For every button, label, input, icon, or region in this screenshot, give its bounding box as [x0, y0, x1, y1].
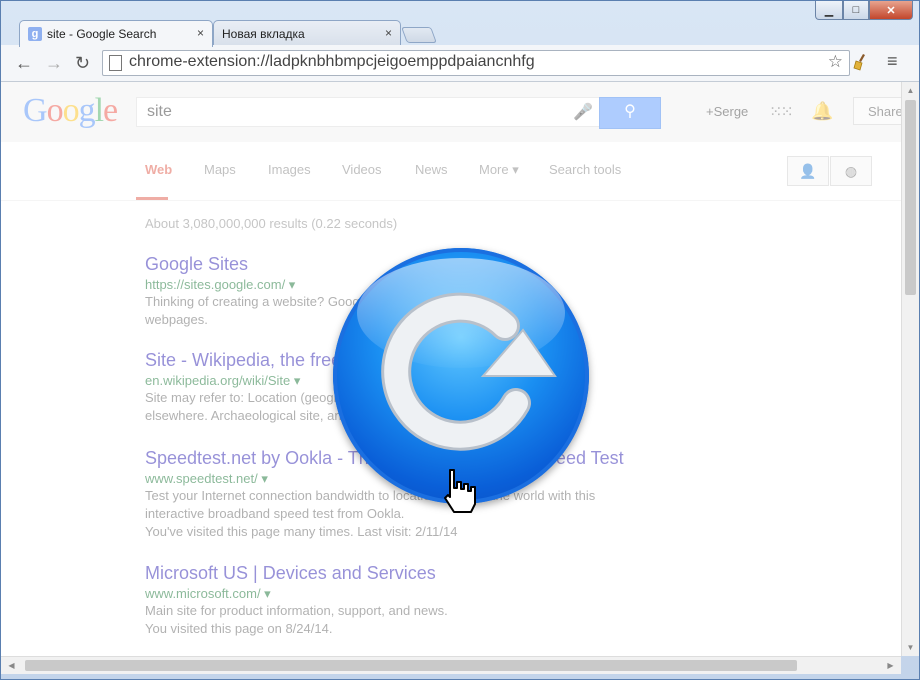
user-profile-link[interactable]: +Serge: [706, 104, 748, 119]
tab-maps[interactable]: Maps: [204, 162, 236, 177]
global-results-toggle[interactable]: ◍: [830, 156, 872, 186]
tab-web[interactable]: Web: [145, 162, 172, 177]
globe-icon: ◍: [844, 163, 858, 179]
horizontal-scroll-thumb[interactable]: [25, 660, 797, 671]
scroll-right-arrow-icon[interactable]: ▶: [882, 657, 899, 674]
tab-new-tab[interactable]: Новая вкладка ×: [213, 20, 401, 47]
google-favicon-icon: g: [28, 27, 42, 41]
tab-more[interactable]: More ▾: [479, 162, 519, 178]
vertical-scroll-thumb[interactable]: [905, 100, 916, 295]
tab-images[interactable]: Images: [268, 162, 311, 177]
tab-label: site - Google Search: [47, 27, 157, 41]
page-icon: [109, 55, 122, 71]
share-button[interactable]: Share: [853, 97, 901, 125]
logo-letter: l: [94, 92, 105, 129]
result-snippet-line: interactive broadband speed test from Oo…: [145, 506, 405, 521]
apps-grid-icon[interactable]: ⁙⁙: [769, 102, 794, 122]
close-window-button[interactable]: ✕: [869, 1, 913, 20]
result-title-link[interactable]: Microsoft US | Devices and Services: [145, 563, 665, 584]
tab-close-icon[interactable]: ×: [385, 26, 392, 40]
bookmark-star-icon[interactable]: ☆: [828, 52, 843, 72]
search-button[interactable]: ⚲: [599, 97, 661, 129]
result-snippet-line: Main site for product information, suppo…: [145, 603, 448, 618]
microphone-icon[interactable]: 🎤: [573, 102, 593, 122]
search-input[interactable]: site 🎤: [136, 97, 600, 127]
browser-toolbar: ← → ↻ chrome-extension://ladpknbhbmpcjei…: [1, 45, 919, 82]
hand-pointer-icon: [444, 469, 476, 513]
logo-letter: o: [62, 92, 80, 129]
scroll-left-arrow-icon[interactable]: ◀: [3, 657, 20, 674]
logo-letter: G: [23, 92, 48, 129]
tab-videos[interactable]: Videos: [342, 162, 382, 177]
broom-icon[interactable]: [853, 53, 869, 76]
search-tabs-bar: Web Maps Images Videos News More ▾ Searc…: [1, 142, 901, 201]
reload-icon[interactable]: [333, 248, 589, 504]
notifications-bell-icon[interactable]: 🔔: [811, 101, 833, 122]
new-tab-button[interactable]: [401, 27, 437, 43]
maximize-button[interactable]: □: [843, 1, 869, 20]
person-icon: 👤: [799, 163, 817, 179]
search-tools-button[interactable]: Search tools: [549, 162, 621, 177]
logo-letter: g: [78, 92, 96, 129]
logo-letter: e: [103, 92, 118, 129]
address-url[interactable]: chrome-extension://ladpknbhbmpcjeigoempp…: [129, 53, 535, 71]
result-visited-note: You've visited this page many times. Las…: [145, 524, 458, 539]
logo-letter: o: [46, 92, 64, 129]
search-icon: ⚲: [624, 103, 636, 120]
tab-site-google-search[interactable]: g site - Google Search ×: [19, 20, 213, 47]
forward-icon[interactable]: →: [45, 53, 63, 74]
reload-arrow-icon: [381, 292, 557, 451]
tab-strip: g site - Google Search × Новая вкладка ×…: [1, 1, 919, 47]
personal-results-toggle[interactable]: 👤: [787, 156, 829, 186]
minimize-button[interactable]: ▁: [815, 1, 843, 20]
result-visited-note: You visited this page on 8/24/14.: [145, 621, 333, 636]
search-query: site: [147, 103, 172, 120]
tab-close-icon[interactable]: ×: [197, 26, 204, 40]
window-controls: ▁ □ ✕: [815, 1, 913, 21]
scroll-up-arrow-icon[interactable]: ▲: [902, 82, 919, 99]
search-result: Microsoft US | Devices and Services www.…: [145, 563, 665, 638]
address-bar[interactable]: chrome-extension://ladpknbhbmpcjeigoempp…: [102, 50, 850, 76]
tab-news[interactable]: News: [415, 162, 448, 177]
vertical-scrollbar[interactable]: ▲ ▼: [901, 82, 919, 656]
results-stats: About 3,080,000,000 results (0.22 second…: [145, 216, 398, 231]
reload-button-icon[interactable]: ↻: [75, 53, 90, 74]
google-header: Google site 🎤 ⚲ +Serge ⁙⁙ 🔔 Share: [1, 82, 901, 142]
google-logo[interactable]: Google: [23, 92, 118, 130]
active-tab-indicator: [136, 197, 168, 200]
result-url[interactable]: www.microsoft.com/ ▾: [145, 586, 665, 602]
horizontal-scrollbar[interactable]: ◀ ▶: [1, 656, 901, 674]
back-icon[interactable]: ←: [15, 53, 33, 74]
tab-label: Новая вкладка: [222, 27, 305, 41]
scroll-down-arrow-icon[interactable]: ▼: [902, 639, 919, 656]
chrome-menu-icon[interactable]: ≡: [887, 51, 898, 72]
